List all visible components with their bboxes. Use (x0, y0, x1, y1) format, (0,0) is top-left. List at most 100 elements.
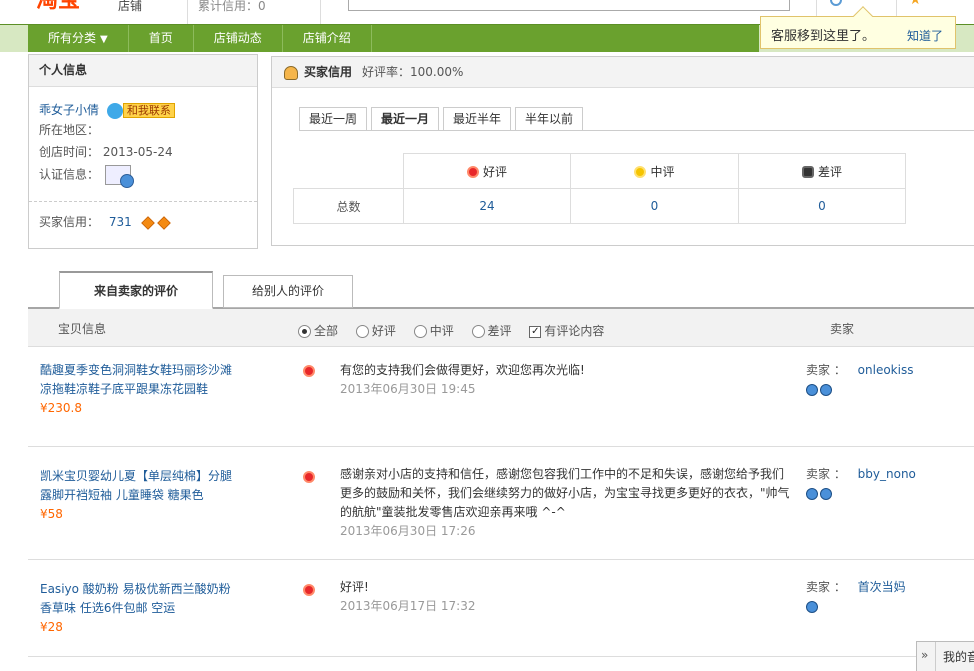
header-divider (320, 0, 321, 24)
nav-left-cap (0, 25, 28, 52)
header-divider (187, 0, 188, 24)
favorite-star-icon[interactable]: ★ (909, 0, 922, 8)
period-tabs-line (299, 130, 974, 131)
info-divider (29, 201, 257, 202)
credit-corner-cell (293, 153, 404, 189)
seller-label: 卖家 ： (806, 467, 846, 481)
red-flower-icon (303, 364, 315, 377)
credit-table-row: 总数 24 0 0 (293, 188, 906, 224)
radio[interactable] (471, 325, 485, 338)
seller-name[interactable]: 首次当妈 (858, 580, 906, 594)
filter-all[interactable]: 全部 (298, 324, 338, 338)
radio[interactable] (355, 325, 369, 338)
diamond-icon (156, 215, 171, 230)
neutral-count[interactable]: 0 (651, 199, 659, 213)
qq-icon[interactable] (106, 102, 123, 119)
created-value: 2013-05-24 (102, 145, 173, 159)
review-text: 好评! (340, 580, 369, 594)
bottom-right-widget[interactable]: » 我的音 (916, 641, 974, 671)
review-item-title[interactable]: Easiyo 酸奶粉 易极优新西兰酸奶粉 香草味 任选6件包邮 空运 (40, 580, 240, 618)
seller-label: 卖家 ： (806, 580, 846, 594)
filter-has-content[interactable]: ✓ 有评论内容 (529, 324, 604, 338)
review-item-title[interactable]: 酷趣夏季变色洞洞鞋女鞋玛丽珍沙滩凉拖鞋凉鞋子底平跟果冻花园鞋 (40, 361, 240, 399)
seller-name[interactable]: onleokiss (858, 363, 914, 377)
review-row: Easiyo 酸奶粉 易极优新西兰酸奶粉 香草味 任选6件包邮 空运 ¥28 好… (28, 560, 974, 657)
col-neutral: 中评 (570, 153, 739, 189)
crown-icon (820, 383, 832, 396)
tab-last-week[interactable]: 最近一周 (299, 107, 368, 131)
nav-shop-news[interactable]: 店铺动态 (194, 25, 283, 52)
buyer-credit-label: 买家信用： (39, 215, 100, 229)
search-input[interactable] (348, 0, 790, 11)
positive-rate: 好评率：100.00% (362, 65, 464, 79)
item-column-header: 宝贝信息 (58, 322, 107, 336)
crown-icon (806, 600, 818, 613)
widget-divider (935, 642, 936, 671)
shop-owner-name[interactable]: 乖女子小倩 (39, 103, 99, 117)
review-filter-bar: 宝贝信息 全部 好评 中评 差评 ✓ 有评论内容 卖家 (28, 309, 974, 347)
credit-table-header: 好评 中评 差评 (293, 153, 906, 189)
double-chevron-right-icon[interactable]: » (921, 648, 928, 662)
review-date: 2013年06月30日 17:26 (340, 524, 476, 538)
created-label: 创店时间： (39, 145, 100, 159)
nav-all-categories[interactable]: 所有分类 ▼ (28, 25, 129, 52)
tab-to-others[interactable]: 给别人的评价 (223, 275, 353, 308)
period-tabs: 最近一周 最近一月 最近半年 半年以前 (299, 107, 587, 131)
seller-column-header: 卖家 (830, 322, 855, 336)
refresh-icon[interactable] (830, 0, 842, 6)
diamond-icon (140, 215, 155, 230)
filter-positive[interactable]: 好评 (355, 324, 396, 338)
review-tabs: 来自卖家的评价 给别人的评价 (28, 271, 974, 309)
filter-negative[interactable]: 差评 (471, 324, 512, 338)
tab-last-month[interactable]: 最近一月 (371, 107, 440, 131)
review-item-title[interactable]: 凯米宝贝婴幼儿夏【单层纯棉】分腿露脚开裆短袖 儿童睡袋 糖果色 (40, 467, 240, 505)
review-item-price: ¥58 (40, 507, 63, 521)
positive-count[interactable]: 24 (479, 199, 494, 213)
logo-subtitle: 店铺 (118, 0, 143, 13)
checkbox-checked[interactable]: ✓ (529, 325, 542, 338)
buyer-credit-value[interactable]: 731 (109, 215, 132, 229)
tooltip-dismiss-button[interactable]: 知道了 (907, 27, 943, 44)
radio-selected[interactable] (298, 325, 311, 338)
cert-label: 认证信息： (39, 167, 100, 182)
review-item-price: ¥28 (40, 620, 63, 634)
rating-filter: 全部 好评 中评 差评 ✓ 有评论内容 (298, 322, 604, 339)
seller-name[interactable]: bby_nono (858, 467, 916, 481)
taobao-logo[interactable]: 淘宝 (36, 0, 116, 12)
crown-icon (806, 383, 818, 396)
review-date: 2013年06月30日 19:45 (340, 382, 476, 396)
region-label: 所在地区： (39, 123, 100, 137)
crown-icon (820, 487, 832, 500)
seller-label: 卖家 ： (806, 363, 846, 377)
certification-icon[interactable] (104, 165, 134, 188)
review-text: 感谢亲对小店的支持和信任，感谢您包容我们工作中的不足和失误，感谢您给予我们更多的… (340, 467, 790, 519)
buyer-credit-header: 买家信用 好评率：100.00% (272, 57, 974, 88)
red-flower-icon (303, 583, 315, 596)
negative-count[interactable]: 0 (818, 199, 826, 213)
contact-me-button[interactable]: 和我联系 (122, 103, 175, 118)
tab-last-half-year[interactable]: 最近半年 (443, 107, 512, 131)
yellow-flower-icon (634, 166, 647, 178)
tooltip-text: 客服移到这里了。 (771, 29, 876, 44)
broken-flower-icon (801, 166, 814, 178)
filter-neutral[interactable]: 中评 (413, 324, 454, 338)
nav-shop-intro[interactable]: 店铺介绍 (283, 25, 372, 52)
caret-down-icon: ▼ (100, 34, 108, 45)
widget-label[interactable]: 我的音 (943, 648, 974, 665)
credit-table: 好评 中评 差评 总数 24 0 0 (293, 153, 906, 224)
tab-from-seller[interactable]: 来自卖家的评价 (59, 271, 213, 309)
radio[interactable] (413, 325, 427, 338)
review-row: 酷趣夏季变色洞洞鞋女鞋玛丽珍沙滩凉拖鞋凉鞋子底平跟果冻花园鞋 ¥230.8 有您… (28, 347, 974, 447)
review-text: 有您的支持我们会做得更好，欢迎您再次光临! (340, 363, 585, 377)
buyer-credit-panel: 买家信用 好评率：100.00% 最近一周 最近一月 最近半年 半年以前 好评 中… (271, 56, 974, 246)
crown-icon (806, 487, 818, 500)
review-row: 凯米宝贝婴幼儿夏【单层纯棉】分腿露脚开裆短袖 儿童睡袋 糖果色 ¥58 感谢亲对… (28, 447, 974, 560)
personal-info-title: 个人信息 (29, 55, 257, 87)
user-icon (284, 65, 298, 80)
col-positive: 好评 (403, 153, 571, 189)
header-credit: 累计信用：0 (198, 0, 266, 13)
review-date: 2013年06月17日 17:32 (340, 599, 476, 613)
review-item-price: ¥230.8 (40, 401, 82, 415)
nav-home[interactable]: 首页 (129, 25, 194, 52)
tab-before-half-year[interactable]: 半年以前 (515, 107, 584, 131)
